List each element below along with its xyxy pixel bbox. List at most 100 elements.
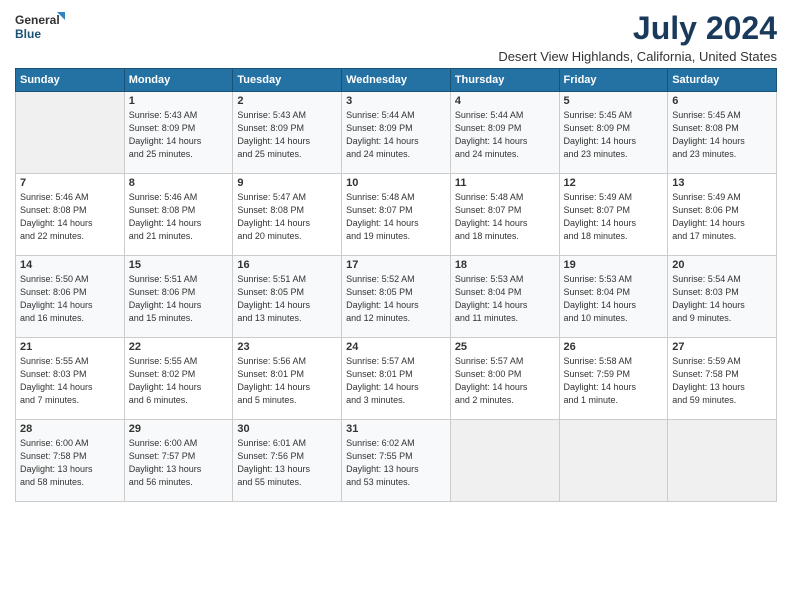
calendar-cell: 4Sunrise: 5:44 AM Sunset: 8:09 PM Daylig… xyxy=(450,92,559,174)
day-info: Sunrise: 5:56 AM Sunset: 8:01 PM Dayligh… xyxy=(237,355,337,407)
day-number: 6 xyxy=(672,95,772,107)
day-number: 26 xyxy=(564,341,664,353)
calendar-cell: 19Sunrise: 5:53 AM Sunset: 8:04 PM Dayli… xyxy=(559,256,668,338)
calendar-cell: 14 Sunrise: 5:50 AM Sunset: 8:06 PM Dayli… xyxy=(16,256,125,338)
day-info: Sunrise: 5:44 AM Sunset: 8:09 PM Dayligh… xyxy=(346,109,446,161)
day-info: Sunrise: 6:00 AM Sunset: 7:58 PM Dayligh… xyxy=(20,437,120,489)
day-number: 5 xyxy=(564,95,664,107)
week-row-1: 7 Sunrise: 5:46 AM Sunset: 8:08 PM Daylig… xyxy=(16,174,777,256)
logo: General Blue xyxy=(15,10,65,45)
day-number: 17 xyxy=(346,259,446,271)
day-info: Sunrise: 5:45 AM Sunset: 8:08 PM Dayligh… xyxy=(672,109,772,161)
day-number: 18 xyxy=(455,259,555,271)
day-number: 29 xyxy=(129,423,229,435)
day-number: 10 xyxy=(346,177,446,189)
page: General Blue July 2024 Desert View Highl… xyxy=(0,0,792,612)
svg-text:Blue: Blue xyxy=(15,27,41,41)
day-number: 12 xyxy=(564,177,664,189)
day-info: Sunrise: 5:58 AM Sunset: 7:59 PM Dayligh… xyxy=(564,355,664,407)
weekday-header-tuesday: Tuesday xyxy=(233,69,342,92)
day-info: Sunrise: 5:49 AM Sunset: 8:07 PM Dayligh… xyxy=(564,191,664,243)
logo-svg: General Blue xyxy=(15,10,65,45)
calendar-cell: 3 Sunrise: 5:44 AM Sunset: 8:09 PM Daylig… xyxy=(342,92,451,174)
day-number: 9 xyxy=(237,177,337,189)
calendar-cell: 2Sunrise: 5:43 AM Sunset: 8:09 PM Daylig… xyxy=(233,92,342,174)
day-number: 1 xyxy=(129,95,229,107)
svg-text:General: General xyxy=(15,13,60,27)
day-info: Sunrise: 5:46 AM Sunset: 8:08 PM Dayligh… xyxy=(20,191,120,243)
weekday-header-monday: Monday xyxy=(124,69,233,92)
calendar-cell xyxy=(450,420,559,502)
day-number: 4 xyxy=(455,95,555,107)
day-number: 25 xyxy=(455,341,555,353)
calendar-cell xyxy=(16,92,125,174)
day-number: 22 xyxy=(129,341,229,353)
calendar-cell: 7 Sunrise: 5:46 AM Sunset: 8:08 PM Daylig… xyxy=(16,174,125,256)
calendar-cell xyxy=(668,420,777,502)
calendar-cell: 22 Sunrise: 5:55 AM Sunset: 8:02 PM Dayli… xyxy=(124,338,233,420)
month-title: July 2024 xyxy=(498,10,777,47)
weekday-header-friday: Friday xyxy=(559,69,668,92)
day-info: Sunrise: 5:55 AM Sunset: 8:02 PM Dayligh… xyxy=(129,355,229,407)
weekday-row: SundayMondayTuesdayWednesdayThursdayFrid… xyxy=(16,69,777,92)
day-number: 14 xyxy=(20,259,120,271)
week-row-2: 14 Sunrise: 5:50 AM Sunset: 8:06 PM Dayli… xyxy=(16,256,777,338)
day-number: 11 xyxy=(455,177,555,189)
day-info: Sunrise: 5:47 AM Sunset: 8:08 PM Dayligh… xyxy=(237,191,337,243)
day-number: 16 xyxy=(237,259,337,271)
calendar-cell: 5 Sunrise: 5:45 AM Sunset: 8:09 PM Daylig… xyxy=(559,92,668,174)
calendar-cell: 25Sunrise: 5:57 AM Sunset: 8:00 PM Dayli… xyxy=(450,338,559,420)
weekday-header-saturday: Saturday xyxy=(668,69,777,92)
calendar-cell: 23 Sunrise: 5:56 AM Sunset: 8:01 PM Dayli… xyxy=(233,338,342,420)
calendar-cell: 17 Sunrise: 5:52 AM Sunset: 8:05 PM Dayli… xyxy=(342,256,451,338)
day-info: Sunrise: 5:51 AM Sunset: 8:06 PM Dayligh… xyxy=(129,273,229,325)
day-info: Sunrise: 6:02 AM Sunset: 7:55 PM Dayligh… xyxy=(346,437,446,489)
calendar-cell: 26 Sunrise: 5:58 AM Sunset: 7:59 PM Dayli… xyxy=(559,338,668,420)
day-number: 2 xyxy=(237,95,337,107)
calendar-cell: 10Sunrise: 5:48 AM Sunset: 8:07 PM Dayli… xyxy=(342,174,451,256)
header: General Blue July 2024 Desert View Highl… xyxy=(15,10,777,64)
day-info: Sunrise: 5:53 AM Sunset: 8:04 PM Dayligh… xyxy=(455,273,555,325)
day-number: 15 xyxy=(129,259,229,271)
day-info: Sunrise: 5:46 AM Sunset: 8:08 PM Dayligh… xyxy=(129,191,229,243)
day-number: 31 xyxy=(346,423,446,435)
weekday-header-wednesday: Wednesday xyxy=(342,69,451,92)
calendar-cell: 13Sunrise: 5:49 AM Sunset: 8:06 PM Dayli… xyxy=(668,174,777,256)
day-number: 8 xyxy=(129,177,229,189)
calendar-cell: 24Sunrise: 5:57 AM Sunset: 8:01 PM Dayli… xyxy=(342,338,451,420)
calendar-cell: 1 Sunrise: 5:43 AM Sunset: 8:09 PM Daylig… xyxy=(124,92,233,174)
calendar-body: 1 Sunrise: 5:43 AM Sunset: 8:09 PM Daylig… xyxy=(16,92,777,502)
calendar-cell: 6 Sunrise: 5:45 AM Sunset: 8:08 PM Daylig… xyxy=(668,92,777,174)
calendar-cell: 8 Sunrise: 5:46 AM Sunset: 8:08 PM Daylig… xyxy=(124,174,233,256)
day-number: 21 xyxy=(20,341,120,353)
day-number: 7 xyxy=(20,177,120,189)
calendar-cell: 16Sunrise: 5:51 AM Sunset: 8:05 PM Dayli… xyxy=(233,256,342,338)
day-number: 28 xyxy=(20,423,120,435)
week-row-0: 1 Sunrise: 5:43 AM Sunset: 8:09 PM Daylig… xyxy=(16,92,777,174)
week-row-4: 28 Sunrise: 6:00 AM Sunset: 7:58 PM Dayli… xyxy=(16,420,777,502)
day-info: Sunrise: 6:00 AM Sunset: 7:57 PM Dayligh… xyxy=(129,437,229,489)
calendar-cell: 12 Sunrise: 5:49 AM Sunset: 8:07 PM Dayli… xyxy=(559,174,668,256)
calendar-table: SundayMondayTuesdayWednesdayThursdayFrid… xyxy=(15,68,777,502)
weekday-header-thursday: Thursday xyxy=(450,69,559,92)
day-info: Sunrise: 5:59 AM Sunset: 7:58 PM Dayligh… xyxy=(672,355,772,407)
day-info: Sunrise: 5:43 AM Sunset: 8:09 PM Dayligh… xyxy=(129,109,229,161)
location: Desert View Highlands, California, Unite… xyxy=(498,49,777,64)
day-info: Sunrise: 5:45 AM Sunset: 8:09 PM Dayligh… xyxy=(564,109,664,161)
day-number: 19 xyxy=(564,259,664,271)
day-number: 23 xyxy=(237,341,337,353)
day-number: 3 xyxy=(346,95,446,107)
day-number: 30 xyxy=(237,423,337,435)
day-info: Sunrise: 5:50 AM Sunset: 8:06 PM Dayligh… xyxy=(20,273,120,325)
day-number: 13 xyxy=(672,177,772,189)
day-info: Sunrise: 5:48 AM Sunset: 8:07 PM Dayligh… xyxy=(455,191,555,243)
calendar-cell: 20Sunrise: 5:54 AM Sunset: 8:03 PM Dayli… xyxy=(668,256,777,338)
title-section: July 2024 Desert View Highlands, Califor… xyxy=(498,10,777,64)
calendar-cell: 29 Sunrise: 6:00 AM Sunset: 7:57 PM Dayli… xyxy=(124,420,233,502)
calendar-header: SundayMondayTuesdayWednesdayThursdayFrid… xyxy=(16,69,777,92)
day-info: Sunrise: 5:52 AM Sunset: 8:05 PM Dayligh… xyxy=(346,273,446,325)
calendar-cell: 27Sunrise: 5:59 AM Sunset: 7:58 PM Dayli… xyxy=(668,338,777,420)
calendar-cell: 31 Sunrise: 6:02 AM Sunset: 7:55 PM Dayli… xyxy=(342,420,451,502)
weekday-header-sunday: Sunday xyxy=(16,69,125,92)
calendar-cell: 28 Sunrise: 6:00 AM Sunset: 7:58 PM Dayli… xyxy=(16,420,125,502)
